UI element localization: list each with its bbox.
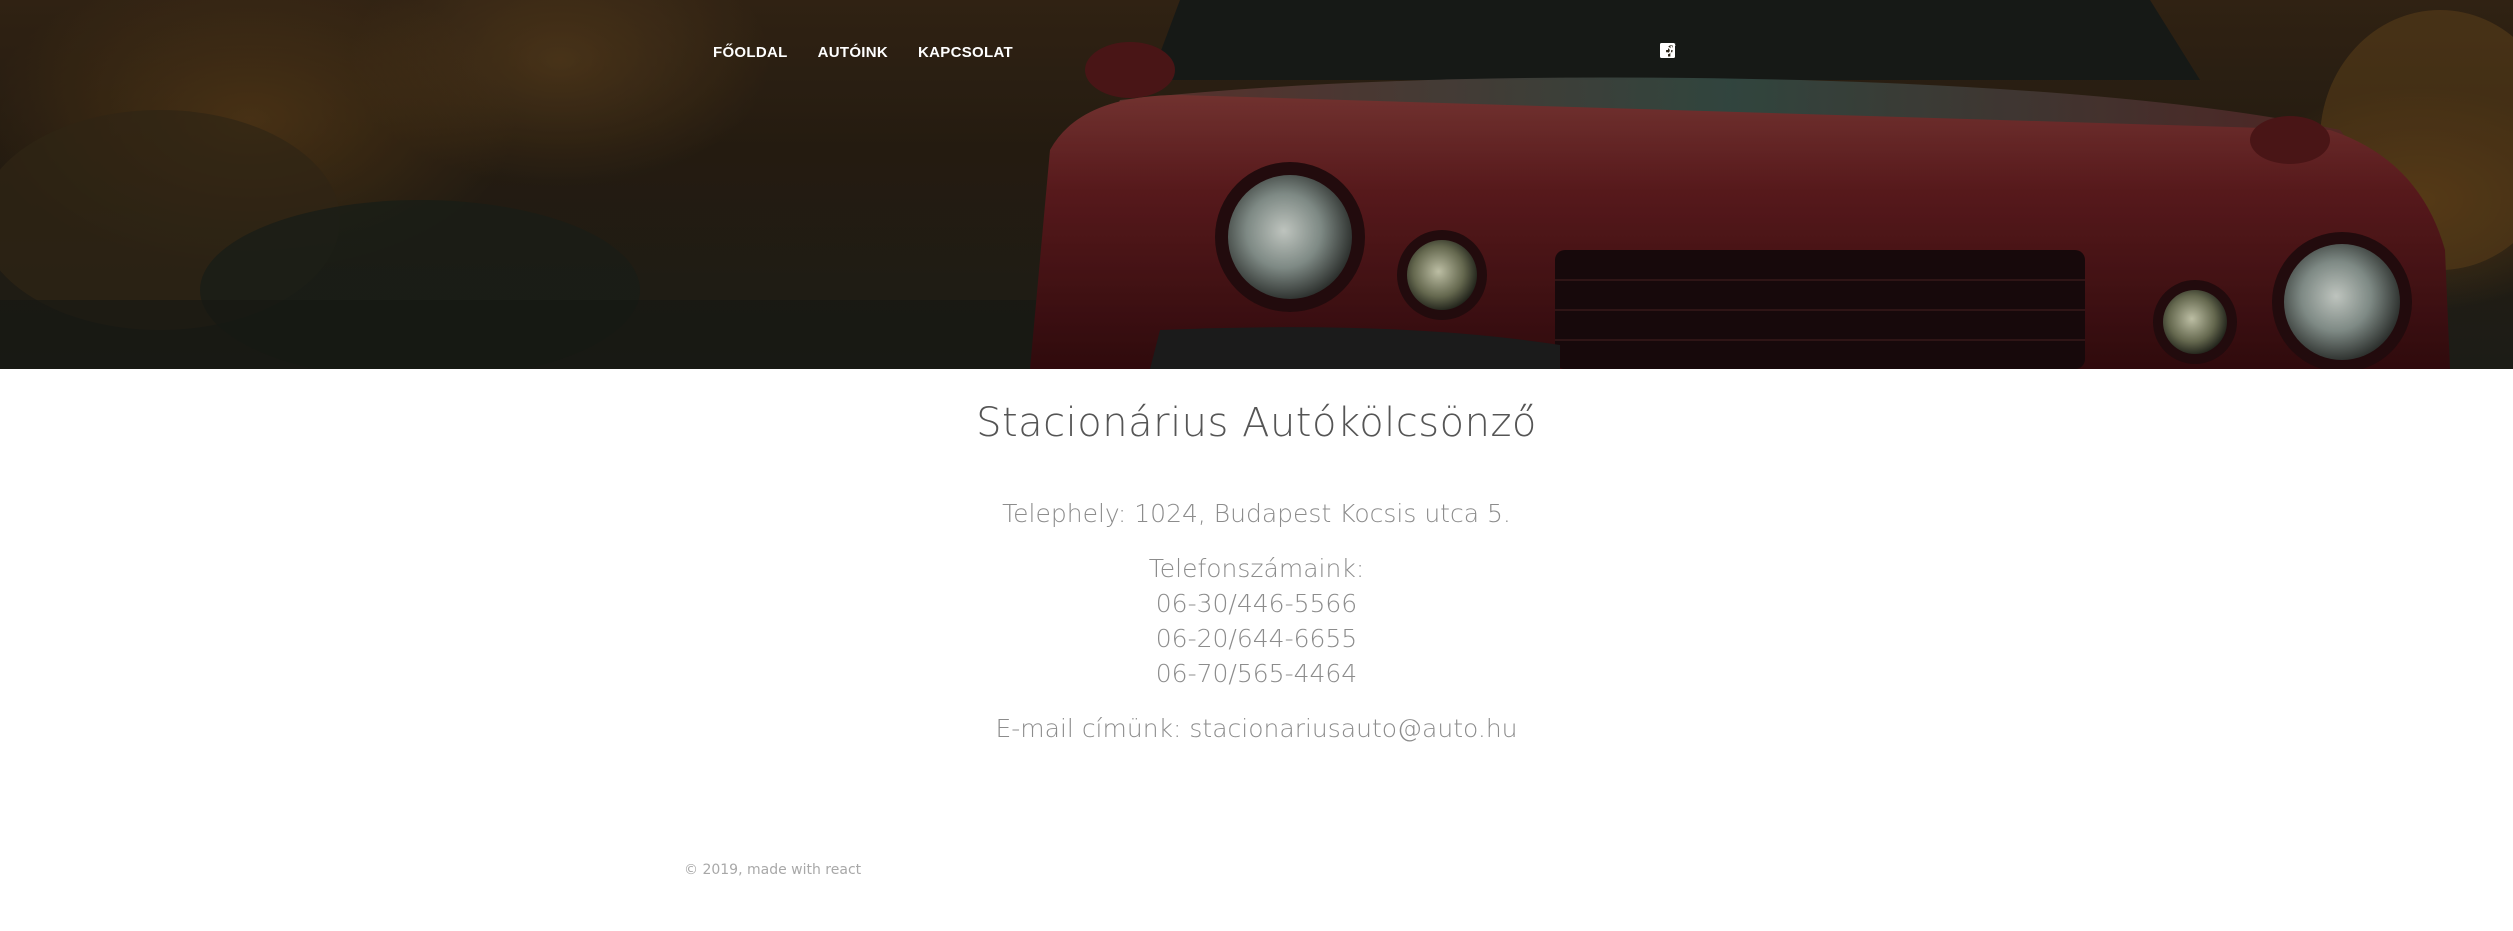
social-links	[1660, 43, 1788, 63]
hero-banner: FŐOLDAL AUTÓINK KAPCSOLAT	[0, 0, 2513, 369]
phone-number: 06-20/644-6655	[1155, 624, 1358, 653]
main-nav: FŐOLDAL AUTÓINK KAPCSOLAT	[713, 44, 1043, 61]
hero-overlay	[0, 0, 2513, 369]
page-title: Stacionárius Autókölcsönző	[976, 400, 1537, 446]
phone-number: 06-30/446-5566	[1155, 589, 1358, 618]
nav-link-contact[interactable]: KAPCSOLAT	[918, 44, 1013, 61]
phones-label: Telefonszámaink:	[1148, 554, 1365, 583]
facebook-icon[interactable]	[1660, 43, 1734, 63]
address-text: Telephely: 1024, Budapest Kocsis utca 5.	[1002, 499, 1511, 528]
footer-copyright: © 2019, made with react	[684, 862, 862, 878]
instagram-icon[interactable]	[1660, 43, 1788, 63]
phone-number: 06-70/565-4464	[1155, 659, 1358, 688]
nav-link-home[interactable]: FŐOLDAL	[713, 44, 788, 61]
nav-link-cars[interactable]: AUTÓINK	[818, 44, 888, 61]
contact-section: Stacionárius Autókölcsönző Telephely: 10…	[0, 369, 2513, 746]
phone-list: Telefonszámaink: 06-30/446-5566 06-20/64…	[0, 551, 2513, 691]
email-text: E-mail címünk: stacionariusauto@auto.hu	[995, 714, 1518, 743]
